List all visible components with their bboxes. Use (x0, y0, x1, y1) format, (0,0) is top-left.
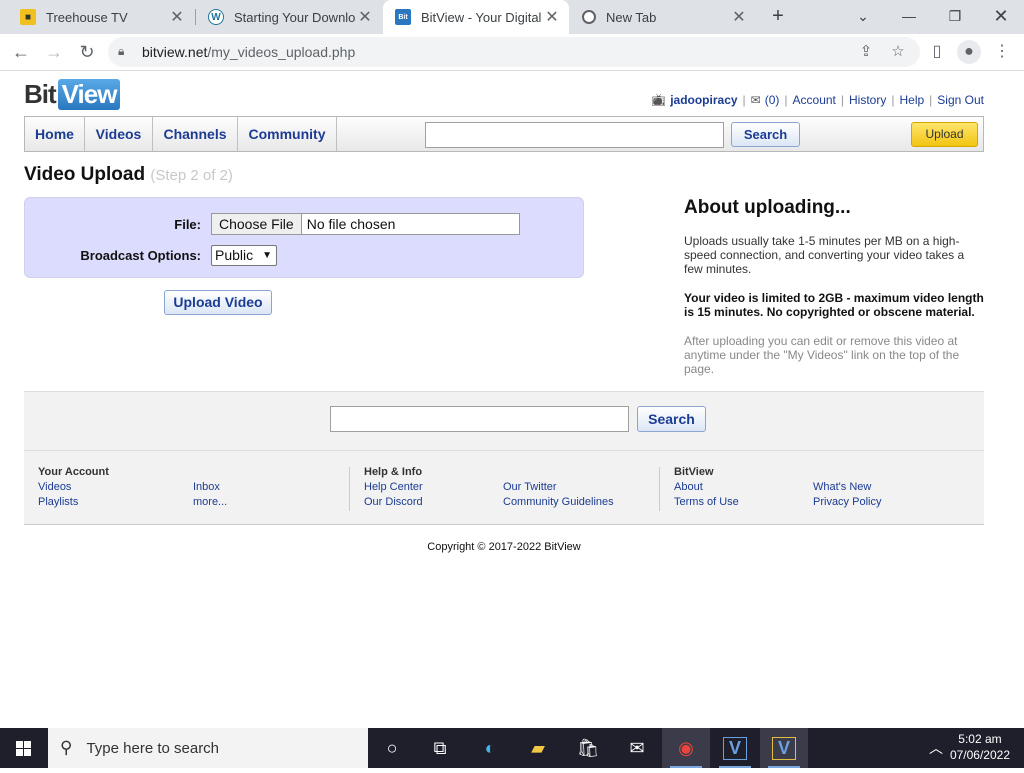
header-upload-button[interactable]: Upload (911, 122, 978, 147)
tab-treehouse[interactable]: ■ Treehouse TV ✕ (8, 0, 194, 34)
new-tab-plus-icon[interactable]: + (766, 4, 790, 28)
address-bar[interactable]: 🔒︎ bitview.net/my_videos_upload.php ⇪ ☆ (108, 37, 920, 67)
treehouse-favicon-icon: ■ (20, 9, 36, 25)
edge-icon[interactable]: ◐ (466, 728, 514, 768)
back-arrow-icon[interactable]: ← (8, 39, 34, 65)
close-tab-icon[interactable]: ✕ (168, 7, 186, 27)
main-nav-bar: Home Videos Channels Community Search Up… (24, 116, 984, 152)
choose-file-button[interactable]: Choose File (212, 214, 302, 234)
about-paragraph-limits: Your video is limited to 2GB - maximum v… (684, 291, 984, 319)
close-window-icon[interactable]: ✕ (978, 0, 1024, 34)
page-content: Bit View 📺︎ jadoopiracy | ✉ (0) | Account… (0, 72, 1014, 728)
tab-starting-download[interactable]: W Starting Your Download ✕ (196, 0, 382, 34)
footer-more-link[interactable]: more... (193, 496, 227, 508)
bookmark-star-icon[interactable]: ☆ (888, 42, 908, 62)
footer-playlists-link[interactable]: Playlists (38, 496, 78, 508)
step-indicator: (Step 2 of 2) (150, 167, 233, 184)
footer-bitview-heading: BitView (674, 466, 714, 478)
menu-kebab-icon[interactable]: ⋮ (990, 40, 1014, 64)
file-status-text: No file chosen (306, 216, 396, 232)
footer-search-input[interactable] (330, 406, 629, 432)
minimize-icon[interactable]: — (886, 0, 932, 34)
windows-logo-icon (16, 741, 31, 756)
tv-icon: 📺︎ (650, 93, 667, 107)
windows-taskbar: ⚲ Type here to search ○ ⧉ ◐ ▰ 🛍︎ ✉ ◉ V V… (0, 728, 1024, 768)
footer-terms-link[interactable]: Terms of Use (674, 496, 739, 508)
footer-your-account-heading: Your Account (38, 466, 109, 478)
mail-icon[interactable]: ✉ (613, 728, 661, 768)
username-link[interactable]: jadoopiracy (670, 93, 737, 107)
copyright-text: Copyright © 2017-2022 BitView (427, 541, 581, 553)
search-icon: ⚲ (60, 738, 73, 757)
side-panel-icon[interactable]: ▯ (925, 40, 949, 64)
browser-toolbar: ← → ↻ 🔒︎ bitview.net/my_videos_upload.ph… (0, 34, 1024, 71)
browser-tab-bar: ■ Treehouse TV ✕ W Starting Your Downloa… (0, 0, 1024, 34)
lock-icon: 🔒︎ (118, 44, 125, 58)
restore-icon[interactable]: ❐ (932, 0, 978, 34)
tab-bitview[interactable]: Bit BitView - Your Digital V ✕ (383, 0, 569, 34)
tab-search-chevron-icon[interactable]: ⌄ (840, 0, 886, 34)
about-paragraph-editing: After uploading you can edit or remove t… (684, 334, 960, 376)
header-search-button[interactable]: Search (731, 122, 800, 147)
broadcast-options-select[interactable]: Public ▼ (211, 245, 277, 266)
windows-start-button[interactable] (0, 728, 48, 768)
file-label: File: (174, 217, 201, 232)
history-link[interactable]: History (849, 93, 886, 107)
url-text: bitview.net/my_videos_upload.php (142, 44, 356, 60)
task-view-icon[interactable]: ⧉ (416, 728, 464, 768)
chevron-down-icon: ▼ (262, 250, 272, 261)
reload-icon[interactable]: ↻ (74, 39, 100, 65)
bitview-logo[interactable]: Bit View (24, 78, 121, 110)
header-search-input[interactable] (425, 122, 724, 148)
file-input[interactable]: Choose File No file chosen (211, 213, 520, 235)
footer-community-guidelines-link[interactable]: Community Guidelines (503, 496, 614, 508)
user-bar: 📺︎ jadoopiracy | ✉ (0) | Account | Histo… (650, 93, 984, 107)
vegas-app-icon-2[interactable]: V (760, 728, 808, 768)
microsoft-store-icon[interactable]: 🛍︎ (564, 728, 612, 768)
file-explorer-icon[interactable]: ▰ (514, 728, 562, 768)
bitview-favicon-icon: Bit (395, 9, 411, 25)
taskbar-search-box[interactable]: ⚲ Type here to search (48, 728, 368, 768)
nav-channels[interactable]: Channels (153, 117, 238, 151)
footer-inbox-link[interactable]: Inbox (193, 481, 220, 493)
footer-search-button[interactable]: Search (637, 406, 706, 432)
footer-videos-link[interactable]: Videos (38, 481, 71, 493)
page-scrollbar[interactable] (1014, 72, 1024, 728)
close-tab-icon[interactable]: ✕ (730, 7, 748, 27)
footer-help-center-link[interactable]: Help Center (364, 481, 423, 493)
footer-privacy-link[interactable]: Privacy Policy (813, 496, 881, 508)
close-tab-icon[interactable]: ✕ (543, 7, 561, 27)
about-paragraph-speed: Uploads usually take 1-5 minutes per MB … (684, 234, 965, 276)
vegas-app-icon[interactable]: V (711, 728, 759, 768)
footer-whats-new-link[interactable]: What's New (813, 481, 871, 493)
chrome-icon[interactable]: ◉ (662, 728, 710, 768)
broadcast-options-label: Broadcast Options: (80, 248, 201, 263)
nav-community[interactable]: Community (238, 117, 337, 151)
chrome-favicon-icon (582, 10, 596, 24)
profile-avatar-icon[interactable]: ● (957, 40, 981, 64)
page-title: Video Upload (Step 2 of 2) (24, 164, 233, 185)
about-uploading-heading: About uploading... (684, 197, 851, 218)
nav-home[interactable]: Home (25, 117, 85, 151)
close-tab-icon[interactable]: ✕ (356, 7, 374, 27)
footer-help-info-heading: Help & Info (364, 466, 423, 478)
footer: Search Your Account Videos Playlists Inb… (24, 391, 984, 525)
nav-videos[interactable]: Videos (85, 117, 153, 151)
sign-out-link[interactable]: Sign Out (937, 93, 984, 107)
cortana-circle-icon[interactable]: ○ (368, 728, 416, 768)
share-icon[interactable]: ⇪ (856, 42, 876, 62)
wordpress-favicon-icon: W (208, 9, 224, 25)
help-link[interactable]: Help (899, 93, 924, 107)
inbox-count-link[interactable]: (0) (765, 93, 780, 107)
envelope-icon[interactable]: ✉ (751, 93, 761, 107)
upload-video-button[interactable]: Upload Video (164, 290, 272, 315)
footer-discord-link[interactable]: Our Discord (364, 496, 423, 508)
footer-about-link[interactable]: About (674, 481, 703, 493)
taskbar-clock[interactable]: 5:02 am 07/06/2022 (950, 731, 1010, 763)
tab-new-tab[interactable]: New Tab ✕ (570, 0, 756, 34)
footer-twitter-link[interactable]: Our Twitter (503, 481, 557, 493)
forward-arrow-icon[interactable]: → (41, 39, 67, 65)
upload-form: File: Choose File No file chosen Broadca… (24, 197, 584, 278)
account-link[interactable]: Account (793, 93, 836, 107)
